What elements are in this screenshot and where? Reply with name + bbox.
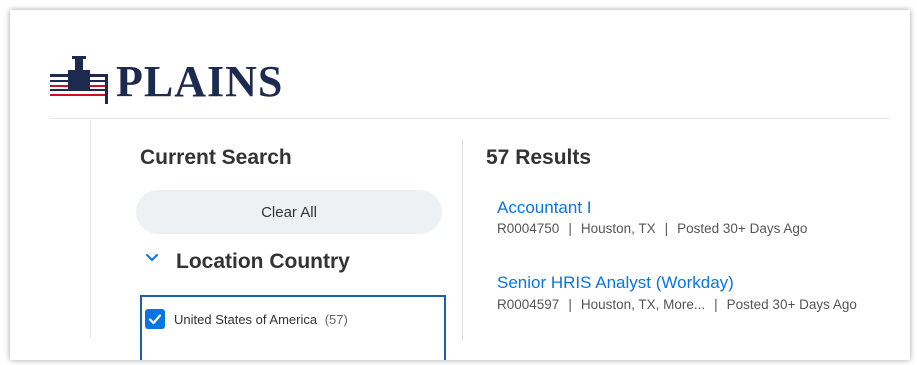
option-count: (57): [324, 312, 348, 327]
job-req-id: R0004597: [497, 297, 560, 312]
separator: |: [568, 297, 572, 312]
job-location: Houston, TX: [580, 221, 656, 236]
job-location: Houston, TX, More...: [580, 297, 706, 312]
results-count: 57 Results: [486, 146, 592, 169]
panel-divider: [462, 140, 463, 340]
option-label: United States of America: [174, 312, 318, 327]
plains-logo-icon: [50, 56, 108, 104]
job-meta: R0004597 | Houston, TX, More... | Posted 30+…: [497, 297, 857, 312]
browser-frame: PLAINS Current Search Clear All Location…: [10, 10, 910, 360]
job-posted: Posted 30+ Days Ago: [726, 297, 857, 312]
united-states-checkbox[interactable]: [145, 309, 165, 329]
job-posted: Posted 30+ Days Ago: [677, 221, 808, 236]
clear-all-button[interactable]: Clear All: [136, 190, 442, 234]
job-req-id: R0004750: [497, 221, 560, 236]
separator: |: [568, 221, 572, 236]
job-title-link[interactable]: Senior HRIS Analyst (Workday): [497, 273, 734, 293]
location-country-heading[interactable]: Location Country: [176, 250, 350, 274]
checkmark-icon: [148, 314, 162, 325]
header-divider: [50, 118, 890, 119]
chevron-down-icon[interactable]: [144, 250, 160, 266]
logo-wordmark: PLAINS: [116, 57, 284, 106]
job-title-link[interactable]: Accountant I: [497, 198, 592, 218]
job-meta: R0004750 | Houston, TX | Posted 30+ Days Ago: [497, 221, 807, 236]
separator: |: [714, 297, 718, 312]
location-country-options: [140, 295, 446, 360]
plains-logo[interactable]: PLAINS: [50, 52, 310, 112]
separator: |: [664, 221, 669, 236]
left-border: [90, 118, 91, 338]
united-states-option[interactable]: United States of America (57): [174, 312, 348, 327]
current-search-heading: Current Search: [140, 146, 292, 169]
